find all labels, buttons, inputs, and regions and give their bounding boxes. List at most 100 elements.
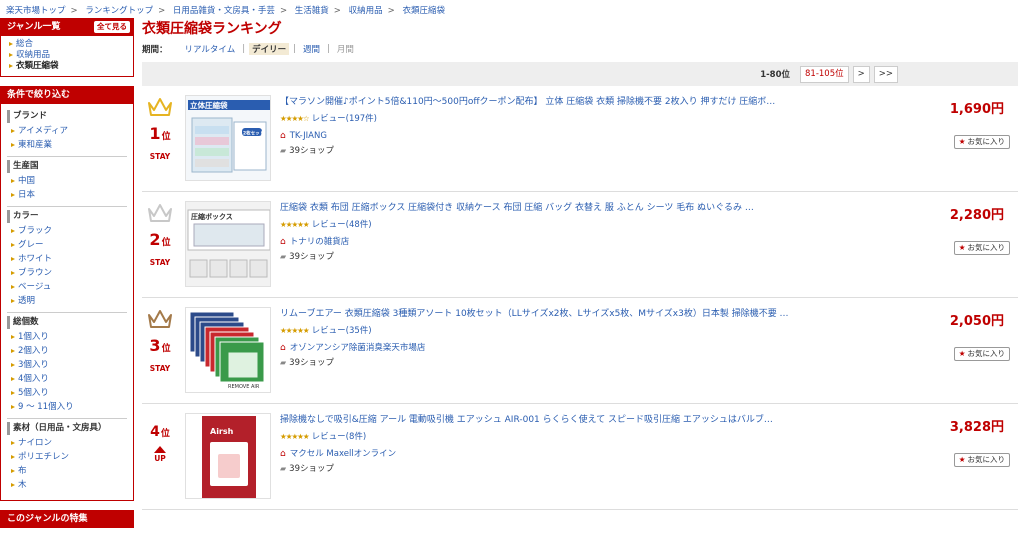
filter-option[interactable]: 5個入り	[7, 386, 127, 400]
genre-item-storage[interactable]: 収納用品	[7, 50, 127, 61]
product-info: 掃除機なしで吸引&圧縮 アール 電動吸引機 エアッシュ AIR-001 らくらく…	[280, 414, 820, 475]
filter-option[interactable]: ナイロン	[7, 436, 127, 450]
filter-option[interactable]: ブラック	[7, 224, 127, 238]
shop-link[interactable]: オゾンアンシア除菌消臭楽天市場店	[290, 342, 426, 354]
product-thumbnail[interactable]: 立体圧縮袋 2枚セット	[185, 95, 271, 181]
pagination-last-button[interactable]: >>	[873, 65, 898, 83]
filter-option[interactable]: ブラウン	[7, 266, 127, 280]
favorite-button[interactable]: ★ お気に入り	[953, 241, 1010, 255]
breadcrumb-separator: >	[333, 6, 341, 16]
shop-house-icon: ⌂	[280, 131, 286, 141]
product-name-link[interactable]: 【マラソン開催♪ポイント5倍&110円～500円offクーポン配布】 立体 圧縮…	[280, 96, 820, 109]
filter-option[interactable]: 透明	[7, 294, 127, 308]
filter-option[interactable]: ベージュ	[7, 280, 127, 294]
shop-count[interactable]: 39ショップ	[289, 145, 334, 157]
thumbnail-text: REMOVE AIR	[228, 384, 260, 390]
filter-group: 生産国 中国 日本	[7, 157, 127, 207]
breadcrumb-link[interactable]: 衣類圧縮袋	[402, 6, 445, 16]
period-realtime[interactable]: リアルタイム	[182, 43, 239, 55]
product-name-link[interactable]: リムーブエアー 衣類圧縮袋 3種類アソート 10枚セット（LLサイズx2枚、Lサ…	[280, 308, 820, 321]
product-info: 圧縮袋 衣類 布団 圧縮ボックス 圧縮袋付き 収納ケース 布団 圧縮 バッグ 衣…	[280, 202, 820, 263]
feature-box-header[interactable]: このジャンルの特集	[1, 511, 133, 528]
shop-count[interactable]: 39ショップ	[289, 463, 334, 475]
product-thumbnail[interactable]: REMOVE AIR	[185, 307, 271, 393]
see-all-button[interactable]: 全て見る	[94, 21, 130, 33]
product-thumbnail[interactable]: 圧縮ボックス	[185, 201, 271, 287]
rank-suffix: 位	[161, 344, 171, 354]
shop-house-icon: ⌂	[280, 449, 286, 459]
feature-box-title: このジャンルの特集	[7, 514, 88, 524]
product-thumbnail[interactable]: Airsh	[185, 413, 271, 499]
review-link[interactable]: レビュー(48件)	[312, 220, 372, 230]
price: 3,828円	[949, 420, 1004, 435]
ranking-item: 2位 STAY 圧縮ボックス 圧縮袋 衣類 布団 圧縮ボックス 圧縮袋付き 収納ケース…	[142, 192, 1018, 298]
filter-option[interactable]: 4個入り	[7, 372, 127, 386]
filter-groups: ブランド アイメディア 東和産業 生産国 中国 日本 カラー ブラック グレー ホワイト ブラウンベ…	[1, 104, 133, 500]
shop-link[interactable]: TK-JIANG	[290, 130, 327, 142]
product-image: Airsh	[186, 414, 270, 498]
period-weekly[interactable]: 週間	[300, 43, 323, 55]
product-image: REMOVE AIR	[186, 308, 270, 392]
shop-link[interactable]: マクセル Maxellオンライン	[290, 448, 396, 460]
filter-group-heading: カラー	[7, 210, 127, 223]
filter-group: 素材（日用品・文房具） ナイロン ポリエチレン布木	[7, 419, 127, 496]
rank-value: 4	[150, 424, 160, 440]
filter-option[interactable]: 布	[7, 464, 127, 478]
ranking-item: 4位 UP Airsh 掃除機なしで吸引&圧縮 アール 電動吸引機 エアッシュ AIR…	[142, 404, 1018, 510]
filter-option[interactable]: ポリエチレン	[7, 450, 127, 464]
favorite-button[interactable]: ★ お気に入り	[953, 347, 1010, 361]
breadcrumb-link[interactable]: 楽天市場トップ	[6, 6, 66, 16]
breadcrumb-link[interactable]: 収納用品	[349, 6, 383, 16]
filter-option[interactable]: 1個入り	[7, 330, 127, 344]
filter-group-heading: 素材（日用品・文房具）	[7, 422, 127, 435]
filter-option[interactable]: 木	[7, 478, 127, 492]
filter-option[interactable]: 2個入り	[7, 344, 127, 358]
shop-count[interactable]: 39ショップ	[289, 357, 334, 369]
favorite-label: お気に入り	[967, 455, 1006, 464]
favorite-button[interactable]: ★ お気に入り	[953, 453, 1010, 467]
pagination-next-button[interactable]: >	[852, 65, 870, 83]
filter-box-header: 条件で絞り込む	[1, 87, 133, 104]
ranking-item: 3位 STAY REMOVE AIR リムーブエアー 衣類圧縮袋 3種類アソート 10…	[142, 298, 1018, 404]
product-info: 【マラソン開催♪ポイント5倍&110円～500円offクーポン配布】 立体 圧縮…	[280, 96, 820, 157]
favorite-button[interactable]: ★ お気に入り	[953, 135, 1010, 149]
pagination-range-link[interactable]: 81-105位	[800, 65, 849, 83]
genre-item-all[interactable]: 総合	[7, 39, 127, 50]
rank-number: 3位	[142, 336, 178, 355]
filter-option[interactable]: 中国	[7, 174, 127, 188]
sidebar: ジャンル一覧 全て見る 総合 収納用品 衣類圧縮袋 条件で絞り込む ブランド アイ…	[0, 18, 134, 537]
filter-option[interactable]: ホワイト	[7, 252, 127, 266]
rating-stars: ★★★★☆	[280, 114, 310, 123]
product-name-link[interactable]: 圧縮袋 衣類 布団 圧縮ボックス 圧縮袋付き 収納ケース 布団 圧縮 バッグ 衣…	[280, 202, 820, 215]
favorite-label: お気に入り	[967, 137, 1006, 146]
product-name-link[interactable]: 掃除機なしで吸引&圧縮 アール 電動吸引機 エアッシュ AIR-001 らくらく…	[280, 414, 820, 427]
shop-link[interactable]: トナリの雑貨店	[290, 236, 350, 248]
filter-group: ブランド アイメディア 東和産業	[7, 107, 127, 157]
shops-line: ▰ 39ショップ	[280, 357, 820, 369]
filter-box: 条件で絞り込む ブランド アイメディア 東和産業 生産国 中国 日本 カラー ブラック グレーホ…	[0, 86, 134, 501]
shops-line: ▰ 39ショップ	[280, 463, 820, 475]
filter-option[interactable]: 日本	[7, 188, 127, 202]
filter-option[interactable]: 9 ～ 11個入り	[7, 400, 127, 414]
rank-suffix: 位	[161, 238, 171, 248]
main-content: 衣類圧縮袋ランキング 期間： リアルタイム | デイリー | 週間 | 月間 1-80…	[142, 18, 1018, 510]
review-link[interactable]: レビュー(35件)	[312, 326, 372, 336]
filter-group: カラー ブラック グレー ホワイト ブラウン ベージュ 透明	[7, 207, 127, 313]
breadcrumb-link[interactable]: 生活雑貨	[295, 6, 329, 16]
review-link[interactable]: レビュー(197件)	[312, 114, 377, 124]
breadcrumb-link[interactable]: ランキングトップ	[85, 6, 153, 16]
rank-status: STAY	[149, 258, 171, 267]
shop-house-icon: ⌂	[280, 237, 286, 247]
filter-option[interactable]: アイメディア	[7, 124, 127, 138]
filter-option[interactable]: 3個入り	[7, 358, 127, 372]
filter-option[interactable]: 東和産業	[7, 138, 127, 152]
shop-count[interactable]: 39ショップ	[289, 251, 334, 263]
genre-box: ジャンル一覧 全て見る 総合 収納用品 衣類圧縮袋	[0, 18, 134, 77]
review-link[interactable]: レビュー(8件)	[312, 432, 367, 442]
breadcrumb-link[interactable]: 日用品雑貨・文房具・手芸	[173, 6, 275, 16]
up-arrow-icon	[154, 446, 166, 453]
period-label: 期間：	[142, 45, 168, 55]
filter-option[interactable]: グレー	[7, 238, 127, 252]
review-line: ★★★★☆ レビュー(197件)	[280, 113, 820, 125]
rating-stars: ★★★★★	[280, 326, 310, 335]
